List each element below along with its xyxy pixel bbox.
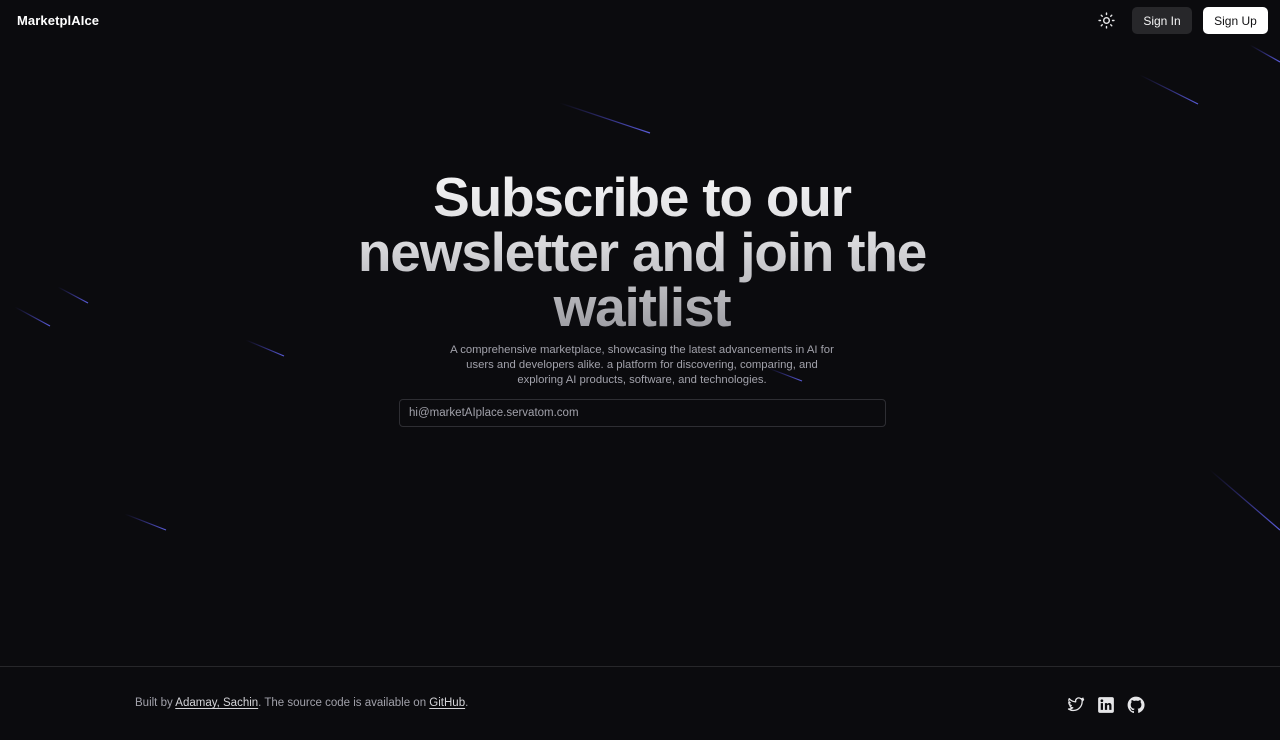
theme-toggle-button[interactable]	[1094, 8, 1118, 32]
hero-title: Subscribe to our newsletter and join the…	[340, 170, 944, 335]
hero-section: Subscribe to our newsletter and join the…	[340, 170, 944, 389]
landing-page: MarketplAIce Sign In Sign Up Subscribe t…	[0, 0, 1280, 740]
footer-credits: Built by Adamay, Sachin. The source code…	[135, 697, 468, 709]
social-links	[1066, 695, 1145, 714]
footer-source-text: . The source code is available on	[258, 697, 430, 709]
linkedin-link[interactable]	[1096, 695, 1115, 714]
twitter-link[interactable]	[1066, 695, 1085, 714]
github-social-link[interactable]	[1126, 695, 1145, 714]
github-icon	[1127, 696, 1145, 713]
authors-link[interactable]: Adamay, Sachin	[175, 697, 258, 709]
footer-suffix: .	[465, 697, 469, 709]
hero-subtitle: A comprehensive marketplace, showcasing …	[450, 344, 834, 387]
twitter-icon	[1067, 696, 1084, 711]
sign-up-button[interactable]: Sign Up	[1203, 7, 1268, 34]
email-input[interactable]	[399, 399, 886, 427]
github-source-link[interactable]: GitHub	[429, 697, 465, 709]
linkedin-icon	[1097, 696, 1114, 713]
brand-logo[interactable]: MarketplAIce	[17, 13, 99, 28]
site-header: MarketplAIce Sign In Sign Up	[0, 0, 1280, 42]
sign-in-button[interactable]: Sign In	[1132, 7, 1192, 34]
footer-built-by-text: Built by	[135, 697, 176, 709]
sun-icon	[1097, 11, 1115, 29]
site-footer: Built by Adamay, Sachin. The source code…	[0, 666, 1280, 740]
